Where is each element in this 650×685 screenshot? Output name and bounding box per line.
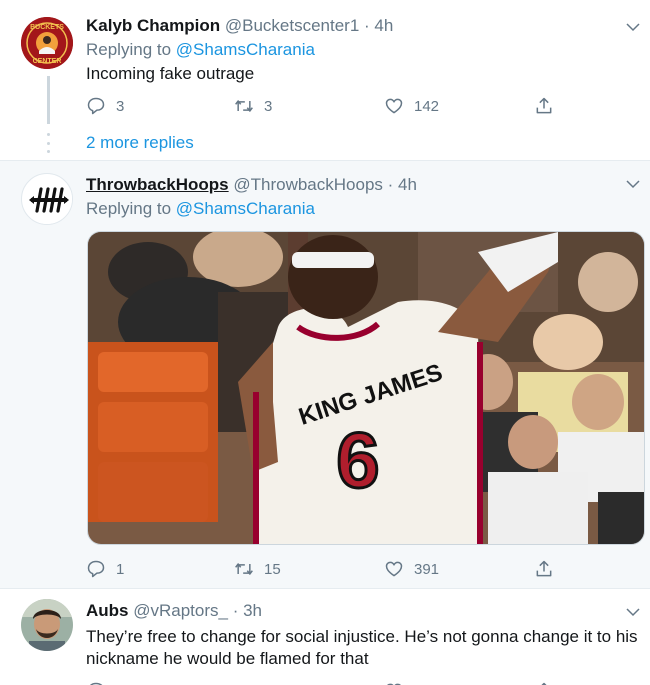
like-button[interactable]: 391 [384, 558, 439, 580]
like-button[interactable]: 142 [384, 95, 439, 117]
replying-to: Replying to @ShamsCharania [86, 39, 640, 61]
chevron-down-icon [626, 23, 640, 32]
avatar-text-bottom: CENTER [33, 58, 62, 65]
handle[interactable]: @vRaptors_ [133, 601, 228, 620]
reply-count: 3 [116, 97, 125, 115]
retweet-count: 15 [264, 560, 281, 578]
retweet-button[interactable]: 3 [234, 95, 272, 117]
tweet-photo[interactable]: KING JAMES 6 [87, 231, 645, 545]
retweet-icon [235, 563, 253, 575]
replying-to-link[interactable]: @ShamsCharania [176, 199, 315, 218]
replying-to: Replying to @ShamsCharania [86, 198, 640, 220]
avatar[interactable]: BUCKETS CENTER [21, 17, 73, 69]
tweet-text: They’re free to change for social injust… [86, 627, 638, 668]
tweet-actions: 1 2 [86, 680, 566, 685]
like-count: 142 [414, 97, 440, 115]
tweet-actions: 1 15 391 [86, 558, 566, 580]
basketball-player-photo: KING JAMES 6 [88, 232, 644, 544]
reply-icon [87, 560, 105, 578]
tweet-throwback-hoops[interactable]: ThrowbackHoops @ThrowbackHoops · 4h Repl… [0, 160, 650, 588]
thread-line [47, 76, 50, 124]
chevron-down-icon [626, 180, 640, 189]
tweet-aubs[interactable]: Aubs @vRaptors_ · 3h They’re free to cha… [0, 588, 650, 685]
share-icon [541, 682, 547, 685]
retweet-icon [235, 100, 253, 112]
share-icon [536, 560, 552, 577]
chevron-down-icon [626, 608, 640, 617]
timestamp[interactable]: · 4h [364, 16, 393, 35]
share-icon [536, 97, 552, 114]
avatar-text-top: BUCKETS [30, 24, 64, 31]
like-count: 391 [414, 560, 440, 578]
tweet-header: Aubs @vRaptors_ · 3h [86, 600, 640, 622]
timestamp[interactable]: · 4h [388, 175, 417, 194]
user-photo-avatar-icon [21, 599, 73, 651]
more-options-button[interactable] [624, 603, 642, 621]
more-options-button[interactable] [624, 175, 642, 193]
display-name[interactable]: Kalyb Champion [86, 16, 220, 35]
buckets-center-logo-icon: BUCKETS CENTER [21, 17, 73, 69]
replying-to-link[interactable]: @ShamsCharania [176, 40, 315, 59]
jersey-number: 6 [336, 416, 379, 504]
tweet-actions: 3 3 142 [86, 95, 566, 117]
tweet-text: Incoming fake outrage [86, 64, 255, 83]
reply-icon [89, 682, 103, 685]
reply-button[interactable]: 3 [86, 95, 124, 117]
more-replies-link[interactable]: 2 more replies [86, 133, 194, 153]
throwback-hoops-logo-icon [23, 175, 72, 224]
retweet-count: 3 [264, 97, 273, 115]
more-options-button[interactable] [624, 18, 642, 36]
retweet-button[interactable]: 15 [234, 558, 281, 580]
tweet-kalyb-champion[interactable]: BUCKETS CENTER Kalyb Champion @Bucketsce… [0, 0, 650, 160]
share-button[interactable] [534, 95, 564, 117]
avatar[interactable] [21, 599, 73, 651]
handle[interactable]: @ThrowbackHoops [233, 175, 383, 194]
heart-icon [385, 98, 403, 114]
reply-button[interactable]: 1 [86, 680, 124, 685]
retweet-button[interactable] [234, 680, 264, 685]
share-button[interactable] [534, 558, 564, 580]
replying-prefix: Replying to [86, 199, 172, 218]
like-button[interactable]: 2 [384, 680, 422, 685]
reply-count: 1 [116, 560, 125, 578]
display-name[interactable]: ThrowbackHoops [86, 175, 229, 194]
heart-icon [386, 683, 402, 685]
display-name[interactable]: Aubs [86, 601, 129, 620]
tweet-header: Kalyb Champion @Bucketscenter1 · 4h [86, 15, 640, 37]
handle[interactable]: @Bucketscenter1 [225, 16, 359, 35]
thread-dots [47, 133, 50, 153]
avatar[interactable] [21, 173, 73, 225]
tweet-header: ThrowbackHoops @ThrowbackHoops · 4h [86, 174, 640, 196]
timestamp[interactable]: · 3h [233, 601, 262, 620]
heart-icon [385, 561, 403, 577]
share-button[interactable] [534, 680, 564, 685]
reply-icon [87, 97, 105, 115]
reply-button[interactable]: 1 [86, 558, 124, 580]
replying-prefix: Replying to [86, 40, 172, 59]
retweet-icon [234, 681, 254, 685]
